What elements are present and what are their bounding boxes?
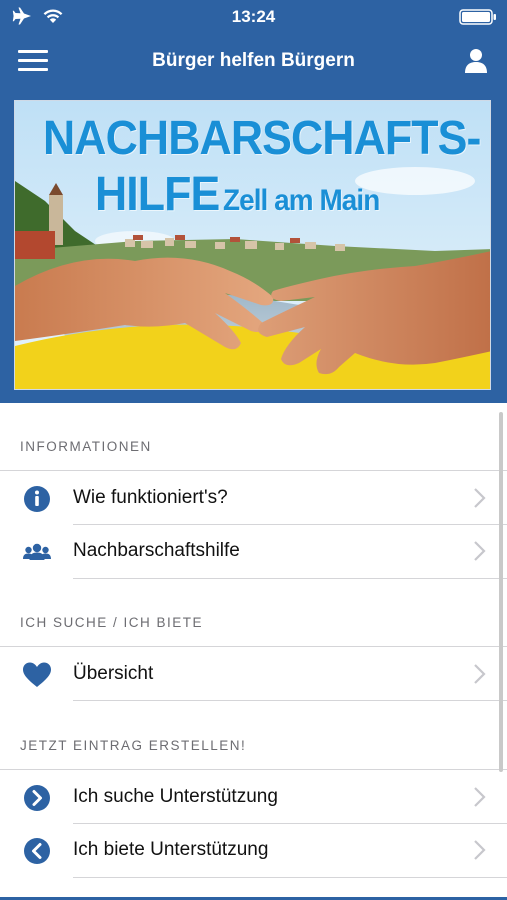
list-item-ich-biete-unterstuetzung[interactable]: Ich biete Unterstützung	[0, 824, 507, 877]
group-icon	[23, 543, 51, 560]
list-item-nachbarschaftshilfe[interactable]: Nachbarschaftshilfe	[0, 525, 507, 578]
list-item-label: Übersicht	[73, 663, 154, 684]
list-item-ich-suche-unterstuetzung[interactable]: Ich suche Unterstützung	[0, 771, 507, 824]
banner-title-small: Zell am Main	[223, 184, 380, 217]
battery-icon	[459, 9, 497, 30]
navigation-bar: Bürger helfen Bürgern	[0, 34, 507, 90]
chevron-right-icon	[474, 787, 486, 807]
chevron-right-icon	[474, 488, 486, 508]
list-item-wie-funktionierts[interactable]: Wie funktioniert's?	[0, 472, 507, 525]
chevron-left-circle-icon	[24, 838, 50, 864]
list-item-uebersicht[interactable]: Übersicht	[0, 648, 507, 701]
divider	[73, 578, 507, 579]
section-header-ich-suche-ich-biete: ICH SUCHE / ICH BIETE	[20, 615, 204, 630]
banner-image: NACHBARSCHAFTS- HILFE Zell am Main	[14, 100, 491, 390]
heart-icon	[23, 662, 51, 687]
user-icon[interactable]	[461, 46, 491, 76]
divider	[73, 877, 507, 878]
divider	[0, 646, 507, 647]
scrollbar[interactable]	[499, 412, 503, 772]
list-item-label: Wie funktioniert's?	[73, 487, 228, 508]
banner-title-line2: HILFE Zell am Main	[95, 167, 380, 222]
page-title: Bürger helfen Bürgern	[152, 50, 355, 71]
list-item-label: Ich suche Unterstützung	[73, 786, 278, 807]
status-bar: 13:24	[0, 0, 507, 34]
banner-container: NACHBARSCHAFTS- HILFE Zell am Main	[0, 90, 507, 403]
chevron-right-icon	[474, 664, 486, 684]
banner-title-big: HILFE	[95, 168, 220, 221]
divider	[0, 769, 507, 770]
divider	[0, 470, 507, 471]
info-icon	[24, 486, 50, 512]
hamburger-menu-icon[interactable]	[18, 50, 48, 74]
menu-list: INFORMATIONEN Wie funktioniert's? Nachba…	[0, 403, 507, 900]
section-header-informationen: INFORMATIONEN	[20, 439, 152, 454]
chevron-right-circle-icon	[24, 785, 50, 811]
list-item-label: Nachbarschaftshilfe	[73, 540, 240, 561]
chevron-right-icon	[474, 541, 486, 561]
divider	[73, 700, 507, 701]
section-header-jetzt-eintrag-erstellen: JETZT EINTRAG ERSTELLEN!	[20, 738, 247, 753]
chevron-right-icon	[474, 840, 486, 860]
status-time: 13:24	[231, 7, 276, 26]
banner-title-line1: NACHBARSCHAFTS-	[43, 112, 481, 165]
list-item-label: Ich biete Unterstützung	[73, 839, 269, 860]
